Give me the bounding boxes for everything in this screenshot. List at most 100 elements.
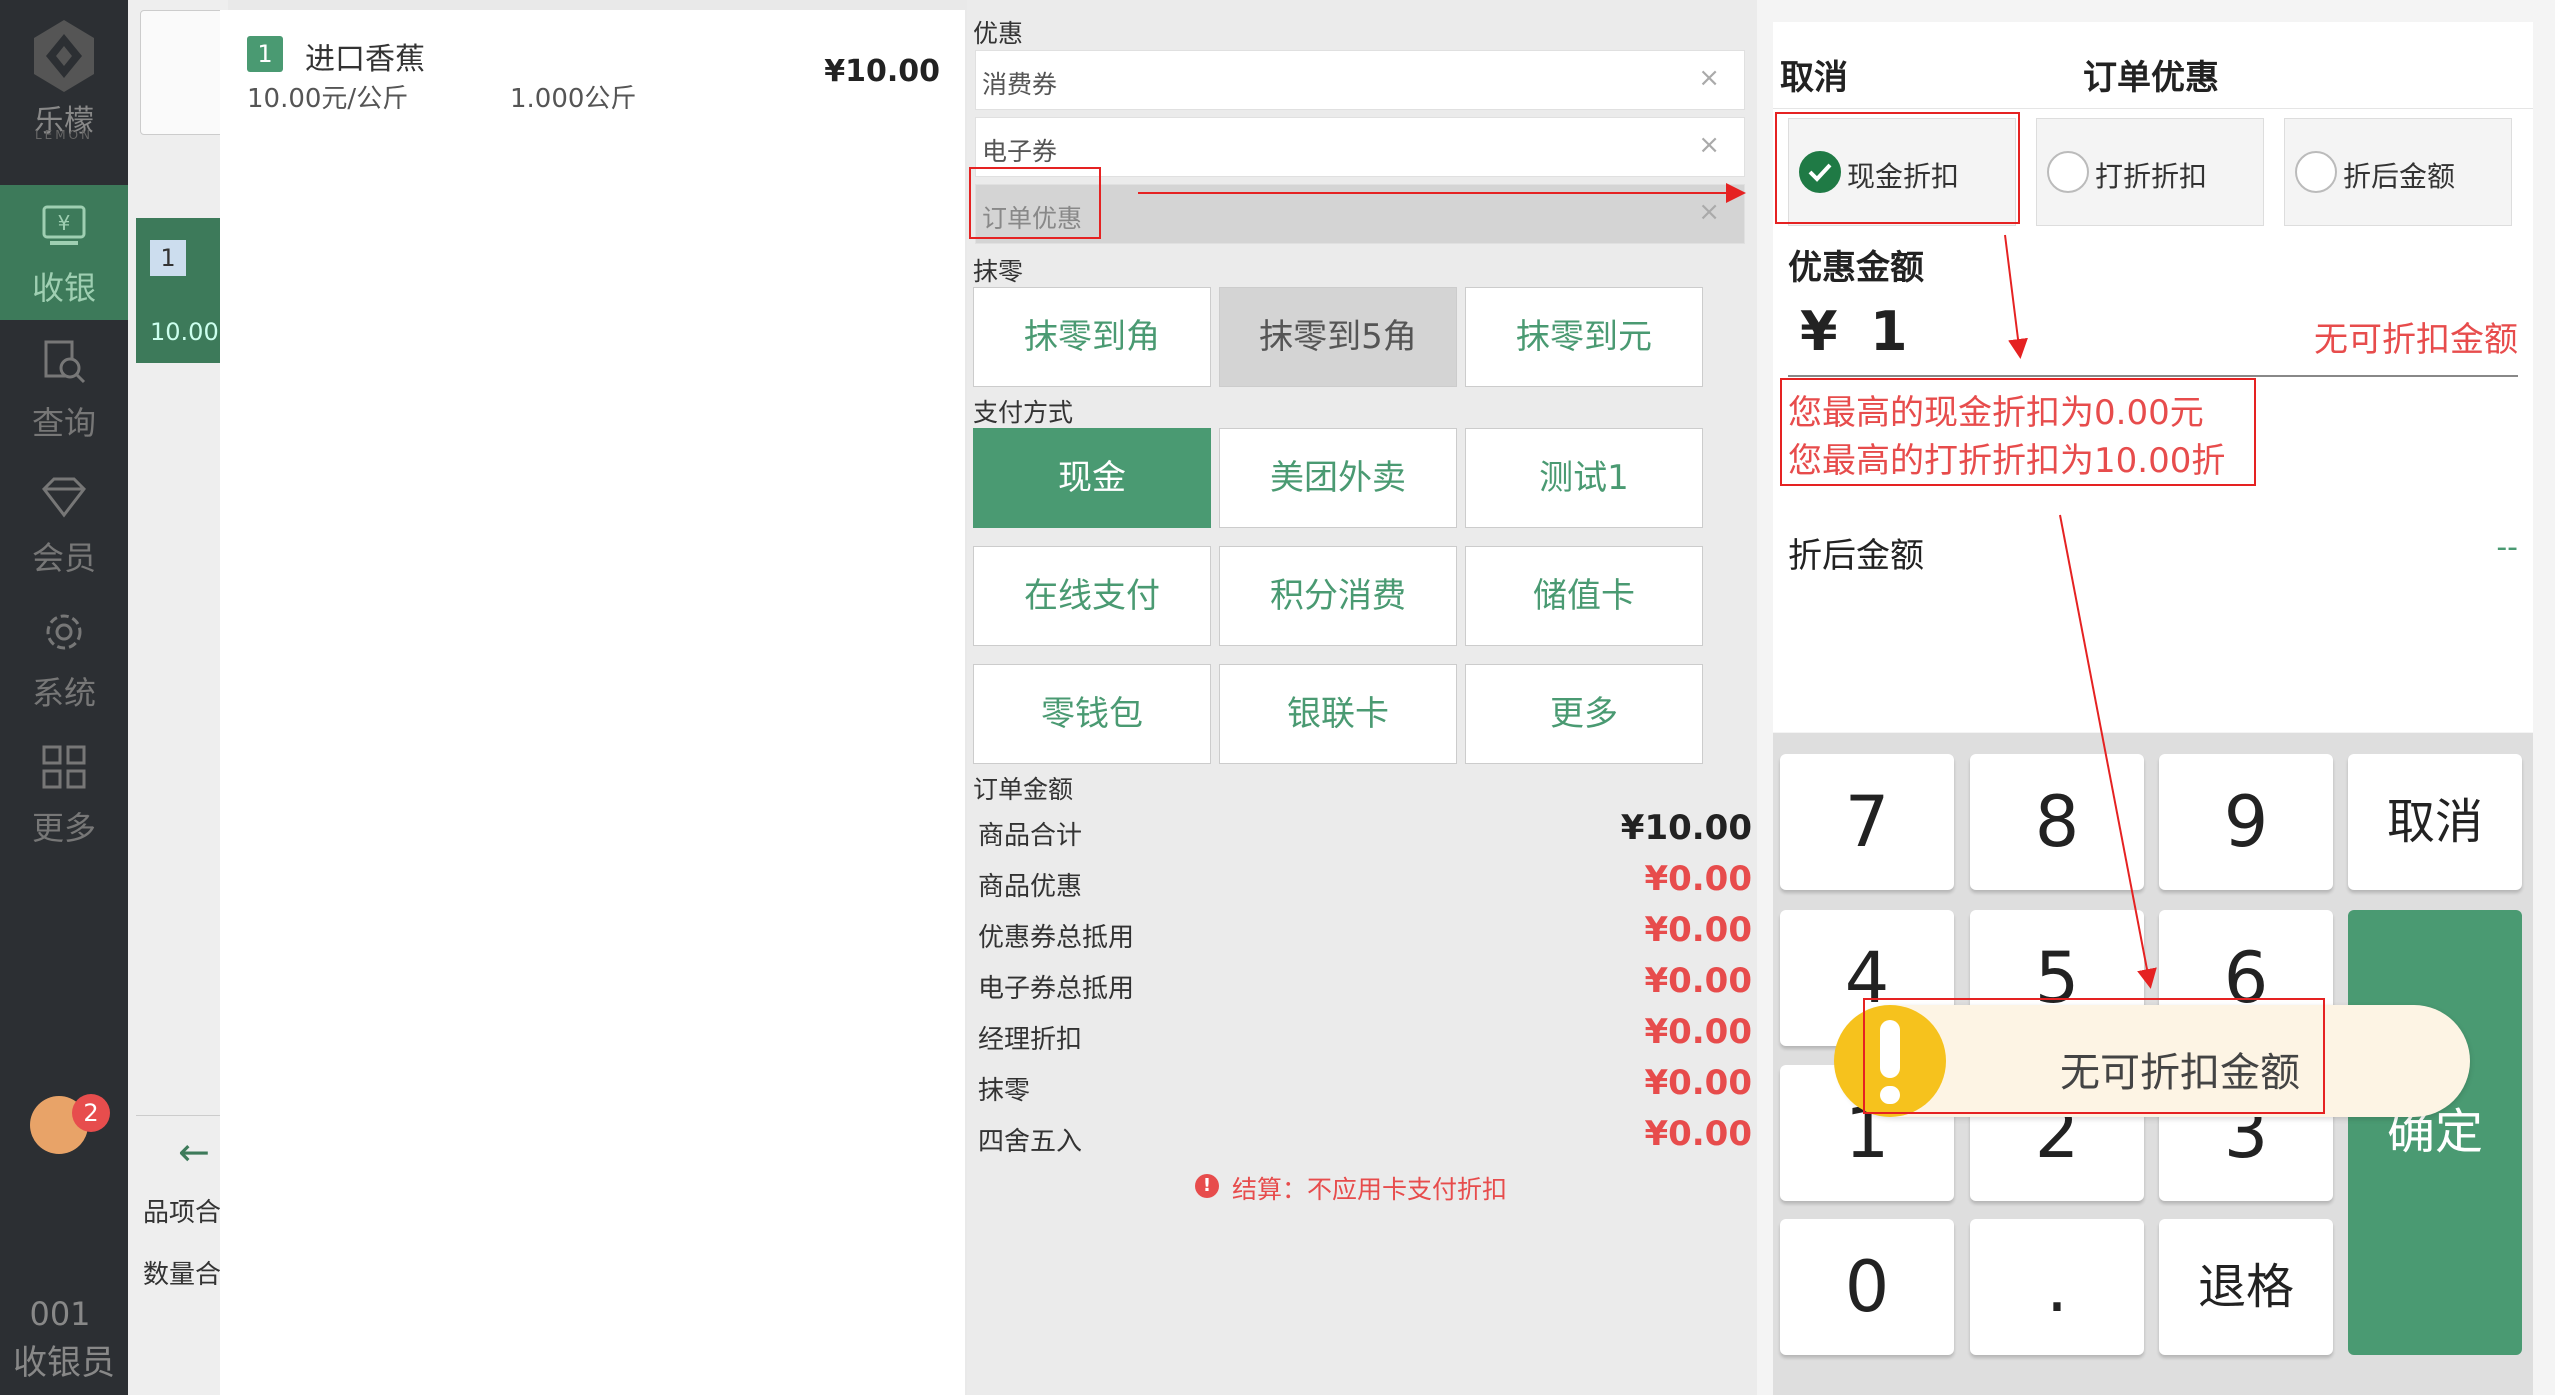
amount-section-label: 订单金额 [973, 775, 1074, 804]
coupon-field-consumption[interactable]: 消费券 × [975, 50, 1745, 110]
discount-type-after-amount[interactable]: 折后金额 [2284, 118, 2512, 226]
svg-text:¥: ¥ [58, 211, 71, 235]
grid-icon [42, 745, 86, 789]
discount-type-rate[interactable]: 打折折扣 [2036, 118, 2264, 226]
key-9[interactable]: 9 [2159, 754, 2333, 890]
nav-more[interactable]: 更多 [0, 725, 128, 860]
coupon-label: 电子券 [982, 137, 1058, 166]
currency-symbol: ¥ [1800, 300, 1838, 363]
background-items-label: 品项合 [143, 1198, 222, 1228]
after-discount-label: 折后金额 [1788, 536, 1924, 576]
search-doc-icon [44, 340, 86, 384]
payment-section-label: 支付方式 [973, 398, 1074, 427]
discount-type-label: 打折折扣 [2095, 160, 2208, 193]
round-to-5jiao-button[interactable]: 抹零到5角 [1219, 287, 1457, 387]
order-item-number: 1 [247, 36, 283, 72]
background-item-price: 10.00 [150, 318, 219, 346]
order-list-panel [220, 10, 965, 1395]
settlement-note: 结算：不应用卡支付折扣 [1232, 1175, 1508, 1204]
amount-value-ecoupon-total: ¥0.00 [1644, 961, 1752, 1001]
close-icon[interactable]: × [1698, 63, 1720, 93]
warning-icon: ! [1195, 1174, 1219, 1198]
amount-value-manager-discount: ¥0.00 [1644, 1012, 1752, 1052]
order-item-weight: 1.000公斤 [510, 84, 637, 114]
discount-amount-input[interactable]: 1 [1870, 300, 1908, 363]
amount-label-manager-discount: 经理折扣 [978, 1025, 1083, 1055]
cashier-icon: ¥ [42, 205, 86, 245]
nav-cashier[interactable]: ¥ 收银 [0, 185, 128, 320]
amount-label-ecoupon-total: 电子券总抵用 [978, 974, 1135, 1004]
pay-cash-button[interactable]: 现金 [973, 428, 1211, 528]
key-8[interactable]: 8 [1970, 754, 2144, 890]
radio-unchecked-icon [2295, 151, 2337, 193]
discount-type-label: 折后金额 [2343, 160, 2456, 193]
annotation-box-toast [1863, 998, 2325, 1114]
nav-label: 会员 [31, 539, 96, 577]
nav-system[interactable]: 系统 [0, 590, 128, 725]
after-discount-value: -- [2496, 530, 2518, 565]
annotation-box-cash-discount [1775, 112, 2020, 224]
key-cancel[interactable]: 取消 [2348, 754, 2522, 890]
sidebar: 乐檬 LEMON ¥ 收银 查询 会员 系统 更多 2 001 收银员 [0, 0, 128, 1395]
radio-unchecked-icon [2047, 151, 2089, 193]
amount-label-goods-discount: 商品优惠 [978, 872, 1083, 902]
nav-label: 收银 [31, 269, 96, 307]
order-item-unit-price: 10.00元/公斤 [247, 84, 409, 114]
cashier-number: 001 [29, 1295, 91, 1333]
divider [1773, 108, 2533, 109]
nav-label: 更多 [31, 809, 96, 847]
lemon-logo-icon [34, 20, 94, 92]
amount-value-goods-total: ¥10.00 [1620, 808, 1752, 848]
key-dot[interactable]: . [1970, 1219, 2144, 1355]
diamond-icon [42, 477, 86, 518]
pay-stored-card-button[interactable]: 储值卡 [1465, 546, 1703, 646]
nav-query[interactable]: 查询 [0, 320, 128, 455]
nav-label: 查询 [31, 404, 96, 442]
amount-label-coupon-total: 优惠券总抵用 [978, 923, 1135, 953]
discount-amount-label: 优惠金额 [1788, 248, 1924, 288]
amount-label-round-half: 四舍五入 [978, 1127, 1083, 1157]
gear-icon [46, 614, 82, 650]
amount-label-goods-total: 商品合计 [978, 821, 1083, 851]
order-item-name[interactable]: 进口香蕉 [305, 34, 425, 78]
round-to-yuan-button[interactable]: 抹零到元 [1465, 287, 1703, 387]
close-icon[interactable]: × [1698, 197, 1720, 227]
pay-online-button[interactable]: 在线支付 [973, 546, 1211, 646]
discount-section-label: 优惠 [973, 19, 1024, 48]
pay-more-button[interactable]: 更多 [1465, 664, 1703, 764]
amount-value-round-half: ¥0.00 [1644, 1114, 1752, 1154]
annotation-box-max-discount [1780, 378, 2256, 486]
pay-wallet-button[interactable]: 零钱包 [973, 664, 1211, 764]
round-to-jiao-button[interactable]: 抹零到角 [973, 287, 1211, 387]
amount-label-rounding: 抹零 [978, 1076, 1031, 1106]
key-backspace[interactable]: 退格 [2159, 1219, 2333, 1355]
pay-meituan-button[interactable]: 美团外卖 [1219, 428, 1457, 528]
no-discount-message: 无可折扣金额 [2314, 320, 2518, 360]
confirm-button[interactable]: 确定 [2348, 910, 2522, 1355]
amount-value-goods-discount: ¥0.00 [1644, 859, 1752, 899]
pay-points-button[interactable]: 积分消费 [1219, 546, 1457, 646]
rounding-section-label: 抹零 [973, 257, 1024, 286]
nav-member[interactable]: 会员 [0, 455, 128, 590]
background-item-num: 1 [150, 240, 186, 276]
key-0[interactable]: 0 [1780, 1219, 1954, 1355]
coupon-label: 消费券 [982, 70, 1058, 99]
pay-unionpay-button[interactable]: 银联卡 [1219, 664, 1457, 764]
input-underline [1788, 375, 2518, 377]
notification-badge: 2 [72, 1094, 110, 1132]
divider [136, 1115, 228, 1116]
background-qty-label: 数量合 [143, 1260, 222, 1290]
amount-value-coupon-total: ¥0.00 [1644, 910, 1752, 950]
key-7[interactable]: 7 [1780, 754, 1954, 890]
amount-value-rounding: ¥0.00 [1644, 1063, 1752, 1103]
dialog-title: 订单优惠 [2083, 58, 2219, 98]
cashier-label: 收银员 [13, 1343, 115, 1383]
order-item-total: ¥10.00 [824, 54, 940, 89]
pay-test1-button[interactable]: 测试1 [1465, 428, 1703, 528]
back-arrow-icon: ← [178, 1130, 210, 1174]
dialog-cancel-button[interactable]: 取消 [1780, 50, 1848, 99]
annotation-box-order-discount [969, 167, 1101, 239]
close-icon[interactable]: × [1698, 130, 1720, 160]
background-panel [128, 0, 228, 1395]
brand-sub: LEMON [34, 128, 94, 142]
